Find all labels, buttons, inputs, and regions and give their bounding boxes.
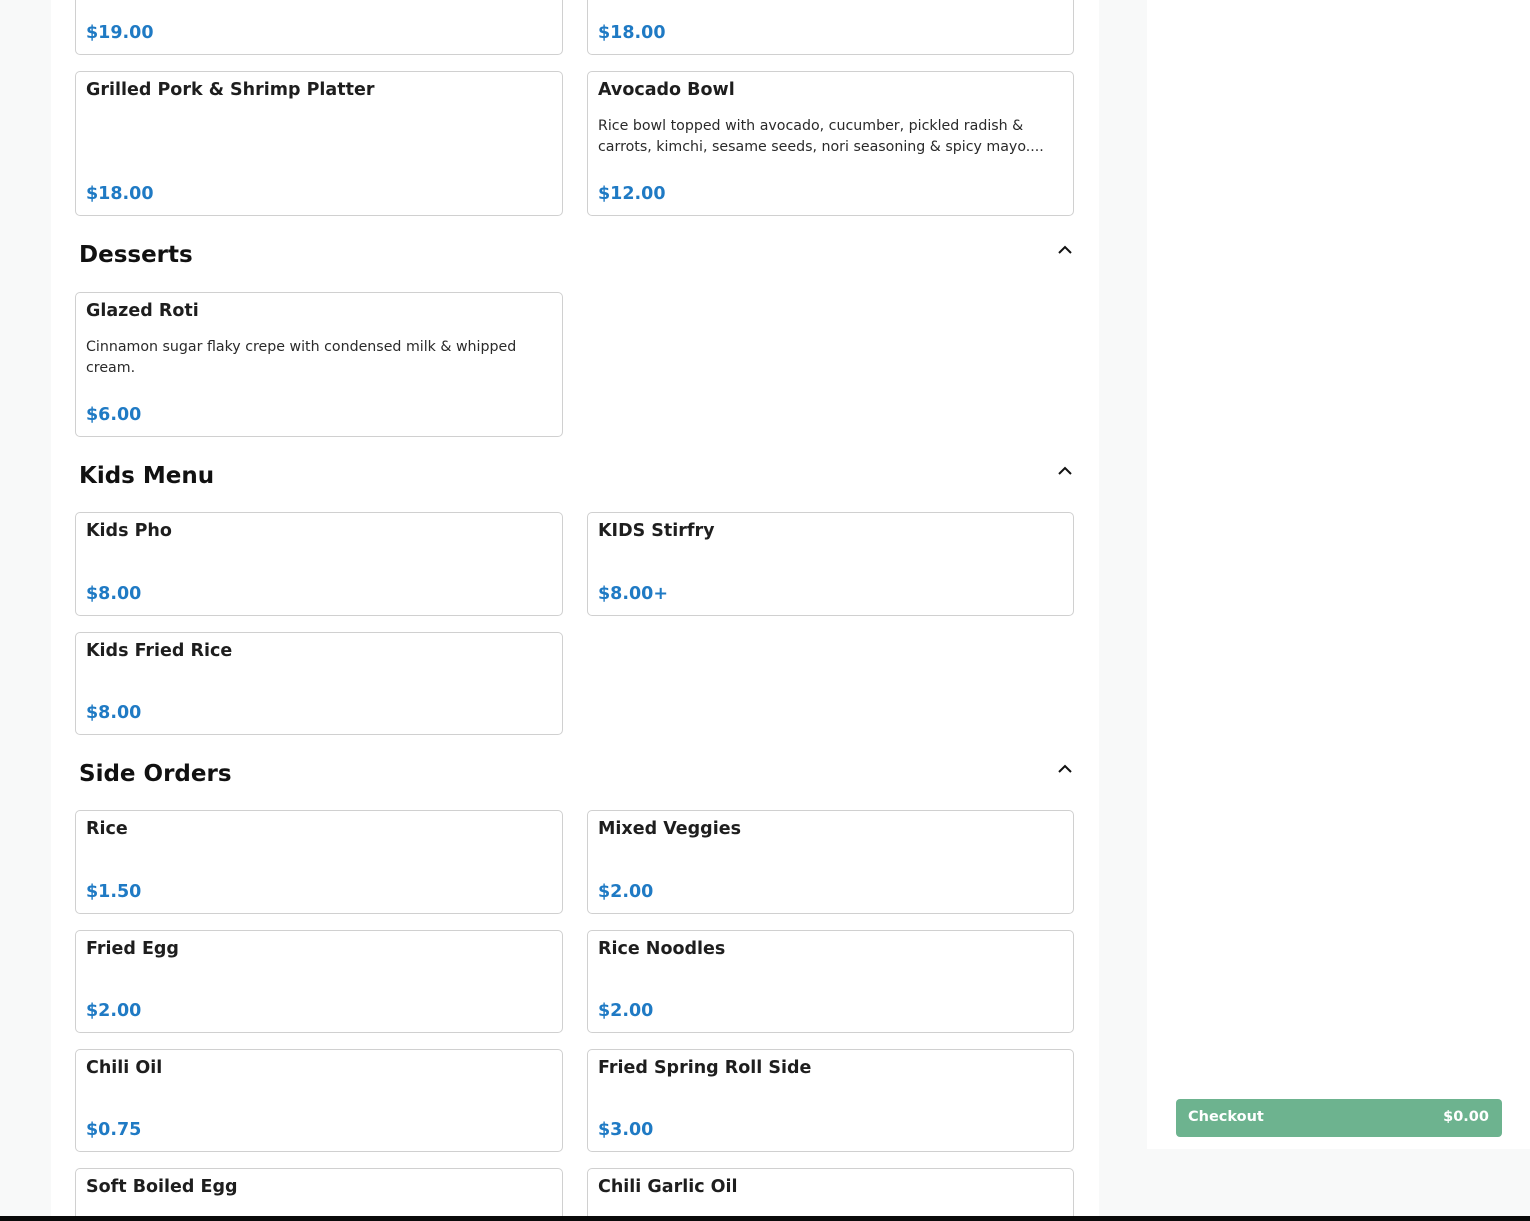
- menu-item-card[interactable]: Kids Pho $8.00: [75, 512, 563, 616]
- item-name: KIDS Stirfry: [598, 521, 715, 541]
- item-price: $6.00: [86, 405, 142, 425]
- item-price: $1.50: [86, 882, 142, 902]
- item-price: $18.00: [86, 184, 154, 204]
- section-title-side-orders: Side Orders: [79, 761, 232, 787]
- item-price: $0.75: [86, 1120, 142, 1140]
- item-name: Rice Noodles: [598, 939, 726, 959]
- menu-item-card[interactable]: Glazed Roti Cinnamon sugar flaky crepe w…: [75, 292, 563, 437]
- menu-item-card[interactable]: Rice Noodles $2.00: [587, 930, 1074, 1033]
- section-title-kids-menu: Kids Menu: [79, 463, 215, 489]
- item-price: $8.00: [86, 703, 142, 723]
- item-price: $8.00: [86, 584, 142, 604]
- item-price: $19.00: [86, 23, 154, 43]
- item-price: $2.00: [598, 1001, 654, 1021]
- item-price: $3.00: [598, 1120, 654, 1140]
- menu-item-card[interactable]: Grilled Pork & Shrimp Platter $18.00: [75, 71, 563, 216]
- chevron-up-icon[interactable]: [1057, 244, 1073, 256]
- menu-item-card[interactable]: Soft Boiled Egg: [75, 1168, 563, 1221]
- item-name: Kids Pho: [86, 521, 172, 541]
- cart-panel: [1147, 0, 1530, 1149]
- menu-item-card[interactable]: Fried Spring Roll Side $3.00: [587, 1049, 1074, 1152]
- menu-item-card[interactable]: Chili Oil $0.75: [75, 1049, 563, 1152]
- cart-total: $0.00: [1443, 1109, 1489, 1125]
- menu-column: $19.00 $18.00 Grilled Pork & Shrimp Plat…: [51, 0, 1099, 1221]
- item-name: Glazed Roti: [86, 301, 199, 321]
- item-name: Chili Oil: [86, 1058, 163, 1078]
- chevron-up-icon[interactable]: [1057, 763, 1073, 775]
- item-description: Cinnamon sugar flaky crepe with condense…: [86, 339, 517, 376]
- menu-item-card[interactable]: $18.00: [587, 0, 1074, 55]
- menu-item-card[interactable]: KIDS Stirfry $8.00+: [587, 512, 1074, 616]
- menu-item-card[interactable]: Avocado Bowl Rice bowl topped with avoca…: [587, 71, 1074, 216]
- checkout-label: Checkout: [1188, 1109, 1264, 1125]
- bottom-edge-bar: [0, 1216, 1530, 1221]
- item-price: $2.00: [86, 1001, 142, 1021]
- menu-item-card[interactable]: Chili Garlic Oil: [587, 1168, 1074, 1221]
- item-name: Mixed Veggies: [598, 819, 741, 839]
- item-price: $12.00: [598, 184, 666, 204]
- item-name: Grilled Pork & Shrimp Platter: [86, 80, 375, 100]
- item-price: $2.00: [598, 882, 654, 902]
- menu-item-card[interactable]: Rice $1.50: [75, 810, 563, 914]
- menu-item-card[interactable]: Mixed Veggies $2.00: [587, 810, 1074, 914]
- menu-item-card[interactable]: Kids Fried Rice $8.00: [75, 632, 563, 735]
- chevron-up-icon[interactable]: [1057, 465, 1073, 477]
- checkout-button[interactable]: Checkout $0.00: [1176, 1099, 1502, 1137]
- item-name: Rice: [86, 819, 128, 839]
- menu-item-card[interactable]: $19.00: [75, 0, 563, 55]
- item-name: Soft Boiled Egg: [86, 1177, 238, 1197]
- item-name: Kids Fried Rice: [86, 641, 233, 661]
- item-price: $18.00: [598, 23, 666, 43]
- menu-item-card[interactable]: Fried Egg $2.00: [75, 930, 563, 1033]
- item-description: Rice bowl topped with avocado, cucumber,…: [598, 118, 1044, 155]
- section-title-desserts: Desserts: [79, 242, 193, 268]
- item-name: Avocado Bowl: [598, 80, 735, 100]
- item-name: Fried Egg: [86, 939, 179, 959]
- item-name: Fried Spring Roll Side: [598, 1058, 812, 1078]
- item-name: Chili Garlic Oil: [598, 1177, 738, 1197]
- item-price: $8.00+: [598, 584, 669, 604]
